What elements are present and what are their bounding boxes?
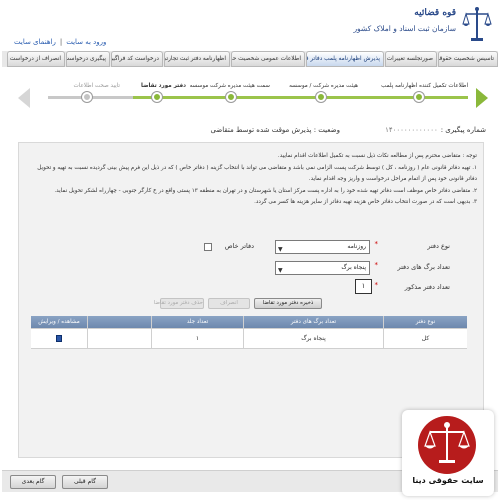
nav-tab-universal-code[interactable]: درخواست کد فراگیر (111, 51, 163, 67)
qty-label: تعداد دفتر مذکور (404, 283, 450, 291)
instruction-line: ۱. تهیه دفاتر قانونی عام ( روزنامه ، کل … (37, 164, 477, 171)
instruction-line: توجه : متقاضی محترم پس از مطالعه نکات ذی… (277, 153, 477, 159)
instruction-line: ۳. بدیهی است که در صورت انتخاب دفاتر خاص… (254, 199, 477, 205)
wizard-step-label: سمت هیئت مدیره شرکت موسسه (189, 83, 270, 89)
books-table: نوع دفتر تعداد برگ های دفتر تعداد جلد مش… (31, 316, 467, 349)
org-title: قوه قضائیه (414, 8, 456, 18)
help-link[interactable]: راهنمای سایت (14, 38, 56, 46)
special-books-label: دفاتر خاص (224, 242, 254, 250)
column-header: مشاهده / ویرایش (38, 319, 80, 325)
pages-select[interactable]: پنجاه برگ ▼ (275, 261, 370, 275)
special-books-checkbox[interactable] (204, 243, 212, 251)
nav-tab-tracking[interactable]: پیگیری درخواست (66, 51, 110, 67)
tracking-info: شماره پیگیری :۱۴۰۰۰۰۰۰۰۰۰۰۰۰ (382, 126, 486, 134)
cell-view-edit (31, 329, 87, 348)
pages-value: پنجاه برگ (341, 264, 366, 271)
wizard-step-label: هیئت مدیره شرکت / موسسه (289, 83, 358, 89)
table-row: کل پنجاه برگ ۱ (31, 329, 467, 349)
cell-count: ۱ (151, 329, 243, 348)
table-header-row: نوع دفتر تعداد برگ های دفتر تعداد جلد مش… (31, 316, 467, 329)
prev-step-button[interactable]: گام قبلی (62, 475, 108, 489)
cancel-button[interactable]: انصراف (208, 298, 250, 309)
cell-empty (87, 329, 151, 348)
chevron-down-icon: ▼ (278, 267, 283, 274)
judiciary-emblem-icon (462, 7, 492, 41)
column-header: تعداد جلد (151, 316, 243, 328)
nav-tab-commercial-book[interactable]: اظهارنامه دفتر ثبت تجارتی (164, 51, 230, 67)
qty-input[interactable]: ۱ (355, 279, 372, 294)
book-type-label: نوع دفتر (427, 242, 450, 250)
delete-book-button[interactable]: حذف دفتر مورد تقاضا (154, 298, 204, 309)
book-type-value: روزنامه (347, 243, 366, 250)
wizard-step-5-dot (82, 92, 92, 102)
nav-tab-general-info[interactable]: اطلاعات عمومی شخصیت حقوقی (231, 51, 305, 67)
top-links: ورود به سایت|راهنمای سایت (14, 38, 107, 46)
instruction-line: ۲. متقاضی دفاتر خاص موظف است دفاتر تهیه … (54, 187, 477, 194)
edit-icon[interactable] (56, 335, 62, 342)
instructions: توجه : متقاضی محترم پس از مطالعه نکات ذی… (25, 151, 477, 209)
login-link[interactable]: ورود به سایت (66, 38, 106, 46)
site-watermark: سایت حقوقی دینا (402, 410, 494, 496)
wizard-step-1-dot (414, 92, 424, 102)
wizard-step-label: اطلاعات تکمیل کننده اظهارنامه پلمب (381, 83, 468, 89)
required-mark: * (374, 261, 379, 269)
wizard-step-label: تایید صحت اطلاعات (73, 83, 120, 89)
cell-pages: پنجاه برگ (243, 329, 383, 348)
wizard-start-arrow-icon (476, 88, 488, 108)
pages-label: تعداد برگ های دفتر (397, 263, 450, 271)
column-header: تعداد برگ های دفتر (243, 316, 383, 328)
page-header: قوه قضائیه سازمان ثبت اسناد و املاک کشور… (0, 0, 500, 50)
required-mark: * (374, 240, 379, 248)
column-header (87, 316, 151, 328)
cell-book-type: کل (383, 329, 467, 348)
chevron-down-icon: ▼ (278, 246, 283, 253)
wizard-step-4-dot (152, 92, 162, 102)
watermark-text: سایت حقوقی دینا (412, 476, 484, 485)
request-status: وضعیت : پذیرش موقت شده توسط متقاضی (210, 126, 340, 134)
tracking-number: ۱۴۰۰۰۰۰۰۰۰۰۰۰۰ (385, 126, 438, 134)
nav-tab-book-seal[interactable]: پذیرش اظهارنامه پلمب دفاتر قانونی (306, 51, 384, 67)
book-type-select[interactable]: روزنامه ▼ (275, 240, 370, 254)
instruction-line: دفاتر قانونی خود پس از اتمام مراحل درخوا… (308, 176, 477, 182)
save-book-button[interactable]: ذخیره دفتر مورد تقاضا (254, 298, 322, 309)
wizard-step-label-current: دفتر مورد تقاضا (141, 83, 186, 89)
nav-tab-changes[interactable]: صورتجلسه تغییرات (385, 51, 437, 67)
site-logo[interactable]: قوه قضائیه سازمان ثبت اسناد و املاک کشور (352, 4, 492, 46)
main-nav: تاسیس شخصیت حقوقی صورتجلسه تغییرات پذیرش… (2, 51, 498, 67)
required-mark: * (374, 281, 379, 289)
tracking-label: شماره پیگیری : (440, 126, 486, 134)
nav-tab-cancel-request[interactable]: انصراف از درخواست (7, 51, 65, 67)
wizard-step-3-dot (226, 92, 236, 102)
step-wizard: اطلاعات تکمیل کننده اظهارنامه پلمب هیئت … (18, 80, 488, 120)
org-name: سازمان ثبت اسناد و املاک کشور (353, 24, 456, 33)
next-step-button[interactable]: گام بعدی (10, 475, 56, 489)
nav-tab-establish[interactable]: تاسیس شخصیت حقوقی (438, 51, 498, 67)
column-header: نوع دفتر (383, 316, 467, 328)
justice-scale-logo-icon (418, 416, 476, 474)
wizard-step-2-dot (316, 92, 326, 102)
wizard-end-arrow-icon (18, 88, 30, 108)
